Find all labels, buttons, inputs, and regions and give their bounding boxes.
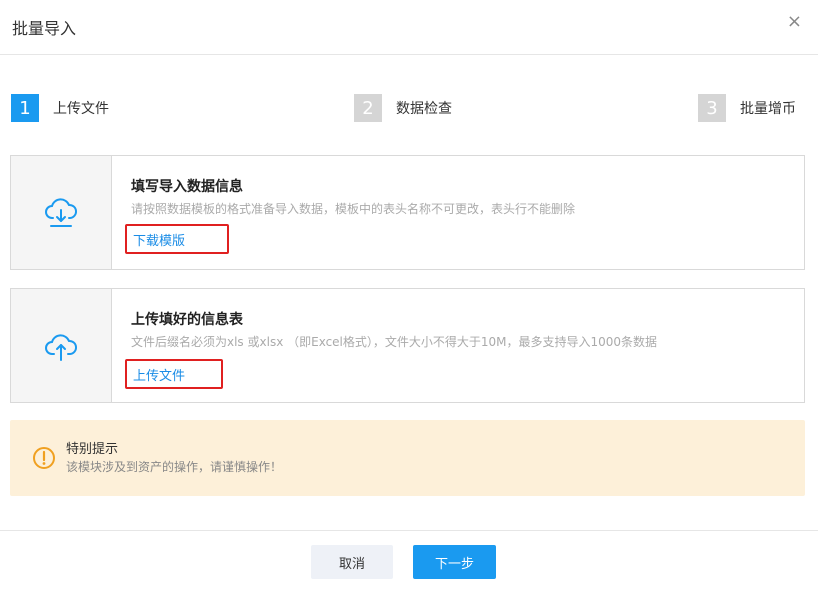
step-indicator: 1 上传文件 2 数据检查 3 批量增币 — [0, 93, 818, 123]
batch-import-dialog: 批量导入 × 1 上传文件 2 数据检查 3 批量增币 填写导入数据信息 请按照… — [0, 0, 818, 593]
step-1-label: 上传文件 — [53, 101, 109, 117]
card-description: 文件后缀名必须为xls 或xlsx （即Excel格式），文件大小不得大于10M… — [131, 335, 658, 349]
card-body: 上传填好的信息表 文件后缀名必须为xls 或xlsx （即Excel格式），文件… — [131, 309, 794, 350]
step-1-number: 1 — [11, 94, 39, 122]
download-template-card: 填写导入数据信息 请按照数据模板的格式准备导入数据，模板中的表头名称不可更改，表… — [10, 155, 805, 270]
special-notice: 特别提示 该模块涉及到资产的操作，请谨慎操作！ — [10, 420, 805, 496]
cloud-download-icon — [45, 197, 77, 227]
step-1: 1 上传文件 — [11, 93, 109, 123]
step-3: 3 批量增币 — [698, 93, 796, 123]
close-icon[interactable]: × — [787, 12, 802, 32]
card-title: 填写导入数据信息 — [131, 179, 243, 195]
card-title: 上传填好的信息表 — [131, 312, 243, 328]
step-3-number: 3 — [698, 94, 726, 122]
step-2: 2 数据检查 — [354, 93, 452, 123]
card-icon-panel — [11, 156, 112, 269]
step-3-label: 批量增币 — [740, 101, 796, 117]
card-icon-panel — [11, 289, 112, 402]
warning-circle-icon — [33, 447, 55, 469]
step-2-number: 2 — [354, 94, 382, 122]
notice-text: 该模块涉及到资产的操作，请谨慎操作！ — [66, 460, 283, 474]
upload-file-link[interactable]: 上传文件 — [125, 359, 223, 389]
next-step-button[interactable]: 下一步 — [413, 545, 496, 579]
cloud-upload-icon — [45, 333, 77, 361]
card-description: 请按照数据模板的格式准备导入数据，模板中的表头名称不可更改，表头行不能删除 — [131, 202, 576, 216]
notice-title: 特别提示 — [66, 442, 119, 457]
upload-file-card: 上传填好的信息表 文件后缀名必须为xls 或xlsx （即Excel格式），文件… — [10, 288, 805, 403]
download-template-link[interactable]: 下载模版 — [125, 224, 229, 254]
step-2-label: 数据检查 — [396, 101, 452, 117]
cancel-button[interactable]: 取消 — [311, 545, 393, 579]
card-body: 填写导入数据信息 请按照数据模板的格式准备导入数据，模板中的表头名称不可更改，表… — [131, 176, 794, 217]
dialog-title: 批量导入 — [12, 19, 77, 38]
dialog-header: 批量导入 × — [0, 0, 818, 55]
dialog-footer: 取消 下一步 — [0, 530, 818, 594]
